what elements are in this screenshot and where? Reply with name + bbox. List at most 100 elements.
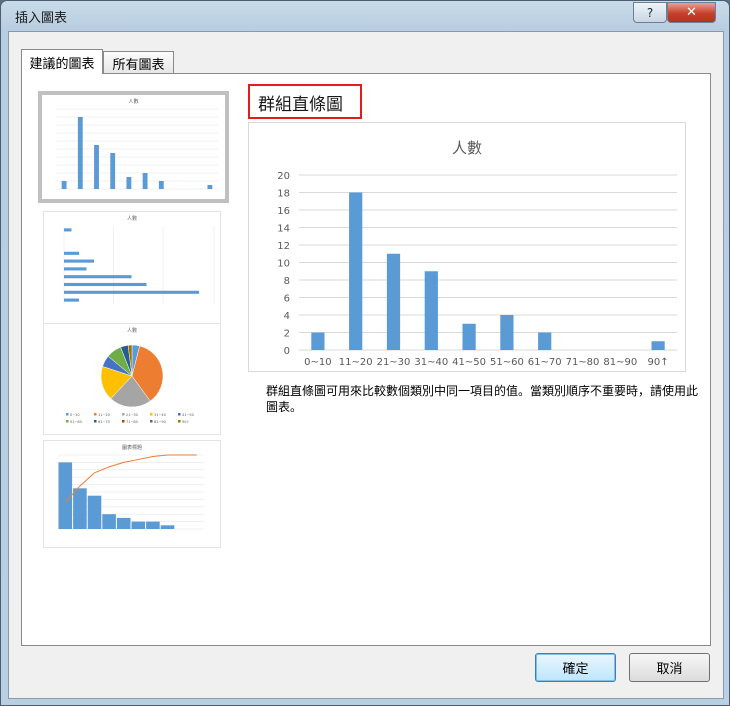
y-tick-label: 0: [284, 346, 290, 357]
legend-label: 90↑: [182, 420, 189, 424]
preview-column-chart: 人數 0 2 4 6 8 10 12 14 16 18 20 0~10 11~20 21~30 31~40 41…: [277, 139, 677, 368]
legend-label: 0~10: [70, 413, 80, 417]
bar-31~40: [424, 271, 438, 350]
legend-swatch: [122, 420, 125, 423]
legend-swatch: [66, 413, 69, 416]
legend-swatch: [122, 413, 125, 416]
x-tick-label: 81~90: [603, 357, 637, 368]
legend-swatch: [178, 413, 181, 416]
y-tick-label: 16: [277, 206, 290, 217]
thumb-bar: [110, 153, 116, 189]
thumb-bar: [64, 251, 79, 255]
thumbnail-bar-chart: [63, 226, 215, 304]
y-tick-label: 20: [277, 171, 290, 182]
dialog-title: 插入圖表: [15, 11, 68, 26]
x-tick-label: 90↑: [648, 357, 669, 368]
legend-label: 11~20: [98, 413, 110, 417]
y-tick-label: 12: [277, 241, 290, 252]
legend-label: 21~30: [126, 413, 138, 417]
close-icon: ✕: [686, 5, 697, 20]
ok-button[interactable]: 確定: [535, 653, 616, 682]
legend-swatch: [150, 413, 153, 416]
thumb-bar: [77, 117, 83, 189]
y-tick-label: 6: [284, 294, 290, 305]
bar-90↑: [651, 341, 665, 350]
bar-61~70: [538, 332, 552, 350]
thumb-bar: [131, 521, 146, 529]
thumb-bar: [87, 495, 102, 529]
x-tick-label: 51~60: [490, 357, 524, 368]
thumb-bar: [142, 173, 148, 189]
thumbnail-title: 人數: [126, 216, 137, 222]
thumb-bar: [64, 298, 79, 302]
thumbnail-clustered-bar[interactable]: 人數: [43, 211, 221, 325]
thumb-bar: [61, 181, 67, 189]
thumb-bar: [64, 259, 94, 263]
chart-type-heading: 群組直條圖: [258, 95, 343, 115]
bar-11~20: [349, 192, 363, 350]
thumb-bar: [94, 145, 99, 189]
thumb-bar: [116, 517, 131, 529]
thumb-bar: [64, 282, 147, 287]
thumb-bar: [58, 462, 73, 529]
chart-preview: 人數 0 2 4 6 8 10 12 14 16 18 20 0~10 11~20 21~30 31~40 41…: [248, 122, 686, 372]
x-tick-label: 71~80: [566, 357, 600, 368]
bar-21~30: [386, 253, 401, 350]
cancel-button[interactable]: 取消: [629, 653, 710, 682]
thumb-bar: [64, 228, 72, 232]
chart-title: 人數: [452, 139, 482, 157]
x-tick-label: 0~10: [304, 357, 331, 368]
thumb-bar: [160, 525, 175, 529]
thumb-bar: [64, 275, 132, 279]
close-button[interactable]: ✕: [667, 2, 716, 23]
x-tick-label: 21~30: [377, 357, 411, 368]
x-tick-label: 41~50: [452, 357, 486, 368]
thumbnail-pie-chart: 0~10 11~20 21~30 31~40 41~50 51~60 61~70 71~80 8…: [66, 344, 194, 424]
legend-label: 41~50: [182, 413, 194, 417]
thumb-bar: [146, 521, 160, 529]
y-tick-label: 2: [284, 329, 290, 340]
legend-label: 31~40: [154, 413, 166, 417]
chart-description: 群組直條圖可用來比較數個類別中同一項目的值。當類別順序不重要時，請使用此圖表。: [266, 384, 699, 414]
legend-swatch: [94, 420, 97, 423]
bar-51~60: [500, 315, 514, 350]
thumbnail-pareto-chart: [58, 454, 204, 530]
thumb-bar: [64, 267, 87, 271]
recommended-charts-panel: 人數 人數 人數 0~10 11~20 21~30 31~40 41~50 51~60 61…: [21, 73, 711, 646]
thumbnail-pareto[interactable]: 圖表標題: [43, 440, 221, 548]
thumbnail-title: 圖表標題: [121, 445, 142, 451]
insert-chart-dialog: 插入圖表 ? ✕ 建議的圖表 所有圖表 人數 人數 人數 0~10 11~20 21…: [0, 0, 730, 706]
tab-recommended-charts[interactable]: 建議的圖表: [21, 49, 103, 74]
thumbnail-title: 人數: [128, 99, 139, 105]
dialog-body: 建議的圖表 所有圖表 人數 人數 人數 0~10 11~20 21~30 31~40 4…: [8, 31, 724, 699]
legend-label: 81~90: [154, 420, 166, 424]
help-icon: ?: [646, 5, 654, 20]
help-button[interactable]: ?: [633, 2, 667, 23]
bar-0~10: [311, 332, 325, 350]
thumbnail-column-chart: [56, 108, 218, 190]
legend-swatch: [178, 420, 181, 423]
x-tick-label: 61~70: [528, 357, 562, 368]
y-tick-label: 8: [284, 276, 290, 287]
y-tick-label: 4: [284, 311, 290, 322]
thumb-bar: [64, 290, 199, 294]
thumbnail-clustered-column[interactable]: 人數: [38, 91, 229, 203]
thumb-bar: [73, 488, 87, 529]
legend-label: 51~60: [70, 420, 82, 424]
legend-swatch: [94, 413, 97, 416]
legend-swatch: [150, 420, 153, 423]
thumb-bar: [102, 514, 116, 529]
x-tick-label: 11~20: [339, 357, 373, 368]
thumb-bar: [126, 177, 132, 189]
thumbnail-pie[interactable]: 人數 0~10 11~20 21~30 31~40 41~50 51~60 61~70 71~…: [43, 323, 221, 435]
legend-swatch: [66, 420, 69, 423]
bar-41~50: [462, 323, 476, 350]
y-tick-label: 10: [277, 259, 290, 270]
thumb-bar: [158, 181, 164, 189]
thumb-bar: [207, 185, 213, 189]
thumbnail-title: 人數: [126, 328, 137, 334]
tab-all-charts[interactable]: 所有圖表: [103, 51, 174, 74]
legend-label: 71~80: [126, 420, 138, 424]
x-tick-label: 31~40: [414, 357, 448, 368]
y-tick-label: 14: [277, 224, 290, 235]
